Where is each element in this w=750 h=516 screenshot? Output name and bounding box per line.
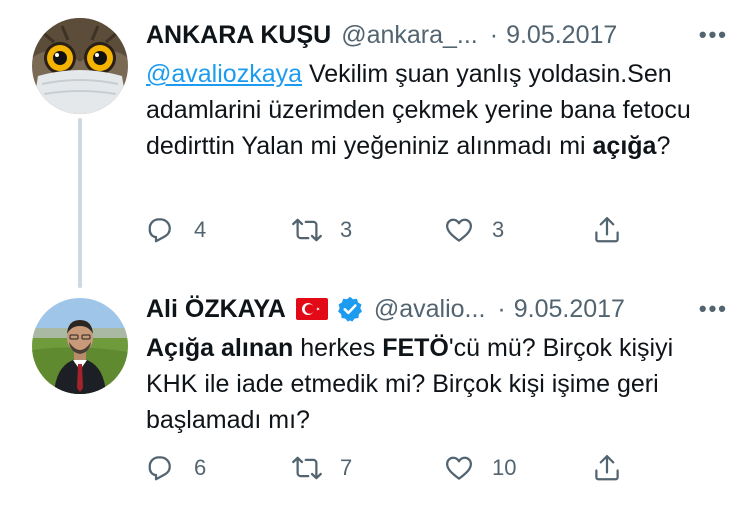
tweet-header: Ali ÖZKAYA @avalio... · 9.05.2017 ••• [146, 290, 728, 328]
action-bar: 6 7 10 [146, 448, 730, 488]
tweet-text-bold: açığa [592, 132, 657, 160]
tweet-header: ANKARA KUŞU @ankara_... · 9.05.2017 ••• [146, 16, 728, 54]
share-button[interactable] [592, 210, 622, 250]
more-icon[interactable]: ••• [699, 22, 728, 48]
separator-dot: · [489, 20, 499, 49]
reply-button[interactable]: 6 [146, 448, 206, 488]
author-handle[interactable]: @ankara_... [341, 21, 478, 50]
retweet-count: 3 [340, 217, 353, 242]
tweet-text-part: herkes [293, 334, 383, 362]
tweet-date[interactable]: 9.05.2017 [514, 295, 625, 324]
reply-count: 4 [194, 217, 207, 242]
tweet-date[interactable]: 9.05.2017 [506, 21, 617, 50]
turkish-flag-icon [295, 298, 328, 320]
like-icon [446, 456, 472, 480]
reply-count: 6 [194, 455, 207, 480]
share-icon [595, 217, 619, 243]
tweet-text-bold: Açığa alınan [146, 334, 294, 362]
tweet-1[interactable]: ANKARA KUŞU @ankara_... · 9.05.2017 ••• … [0, 0, 750, 288]
mention-link[interactable]: @avaliozkaya [146, 60, 302, 88]
reply-icon [148, 456, 171, 481]
retweet-count: 7 [340, 455, 353, 480]
thread-line [78, 118, 82, 288]
separator-dot: · [497, 294, 506, 323]
reply-button[interactable]: 4 [146, 210, 206, 250]
tweet-text: @avaliozkaya Vekilim şuan yanlış yoldasi… [146, 56, 726, 164]
owl-avatar[interactable] [32, 18, 128, 114]
tweet-text-part: ? [656, 132, 671, 160]
reply-icon [148, 218, 171, 243]
like-button[interactable]: 3 [444, 210, 504, 250]
like-count: 10 [492, 455, 517, 480]
share-button[interactable] [592, 448, 622, 488]
author-name[interactable]: Ali ÖZKAYA [146, 295, 286, 324]
action-bar: 4 3 3 [146, 210, 730, 250]
more-icon[interactable]: ••• [699, 296, 728, 322]
tweet-2[interactable]: Ali ÖZKAYA @avalio... · 9.05.2017 ••• Aç… [0, 278, 750, 516]
author-handle[interactable]: @avalio... [374, 295, 486, 324]
retweet-button[interactable]: 7 [292, 448, 352, 488]
retweet-icon [292, 218, 322, 242]
author-name[interactable]: ANKARA KUŞU [146, 21, 331, 50]
person-avatar[interactable] [32, 298, 128, 394]
like-button[interactable]: 10 [444, 448, 516, 488]
verified-badge-icon [337, 296, 362, 322]
share-icon [595, 455, 619, 481]
like-count: 3 [492, 217, 505, 242]
retweet-button[interactable]: 3 [292, 210, 352, 250]
tweet-text-bold: FETÖ [382, 334, 449, 362]
tweet-text: Açığa alınan herkes FETÖ'cü mü? Birçok k… [146, 330, 726, 438]
retweet-icon [292, 456, 322, 480]
like-icon [446, 218, 472, 242]
